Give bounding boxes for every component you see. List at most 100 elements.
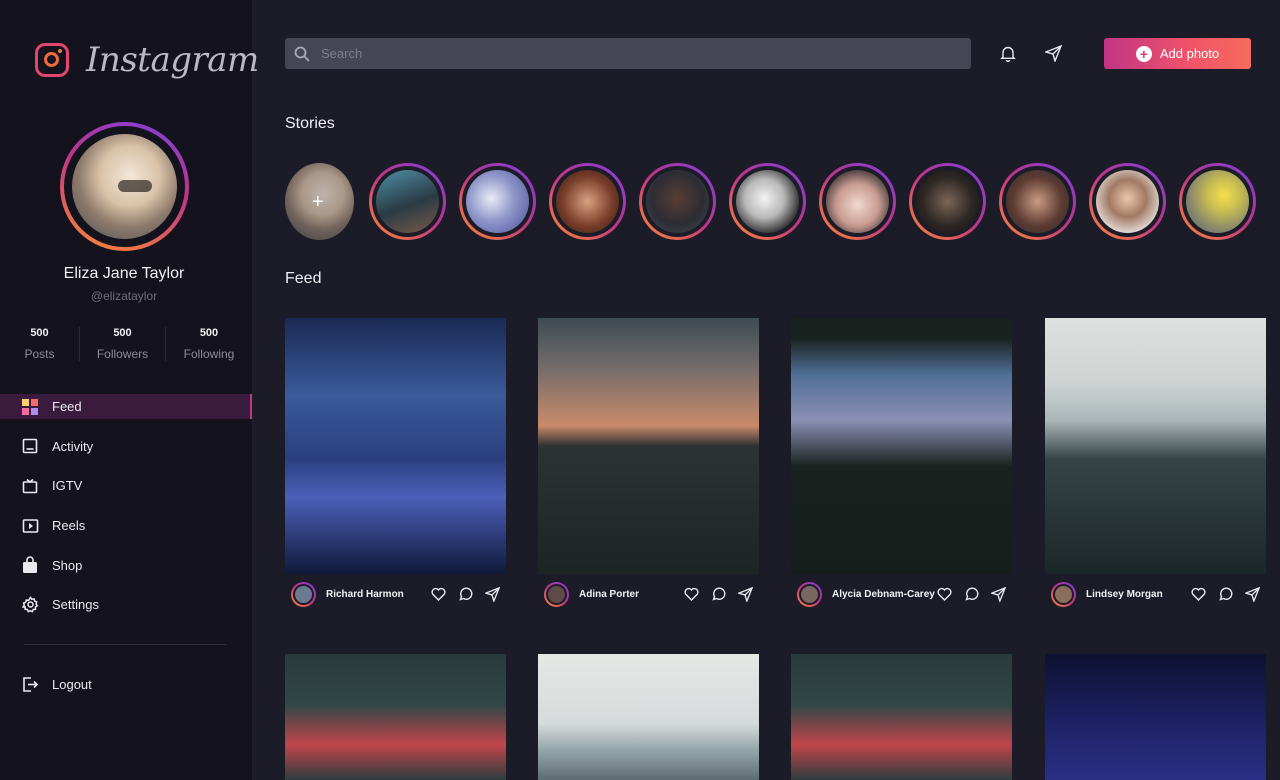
avatar (916, 170, 979, 233)
stat-value: 500 (113, 327, 132, 339)
sidebar-item-igtv[interactable]: IGTV (0, 473, 252, 498)
post-image[interactable] (791, 318, 1012, 574)
logout: Logout (0, 672, 252, 712)
avatar (646, 170, 709, 233)
author-avatar[interactable] (544, 581, 569, 607)
story-avatar[interactable] (819, 163, 896, 240)
comment-icon[interactable] (962, 585, 980, 603)
stories-row: + (285, 163, 1269, 240)
stat-label: Posts (24, 347, 55, 361)
post-image[interactable] (538, 318, 759, 574)
heart-icon[interactable] (682, 585, 700, 603)
activity-icon (21, 437, 39, 455)
author-avatar[interactable] (291, 581, 316, 607)
comment-icon[interactable] (709, 585, 727, 603)
stat-following[interactable]: 500 Following (166, 327, 252, 361)
stat-followers[interactable]: 500 Followers (80, 327, 166, 361)
search-bar (285, 38, 971, 69)
share-icon[interactable] (989, 585, 1007, 603)
sidebar-item-label: IGTV (52, 478, 83, 494)
logout-label: Logout (52, 677, 92, 692)
feed-card: Alycia Debnam-Carey (791, 318, 1012, 614)
avatar (376, 170, 439, 233)
avatar (826, 170, 889, 233)
own-story[interactable]: + (285, 163, 354, 240)
card-actions (682, 585, 754, 603)
author-avatar[interactable] (797, 581, 822, 607)
sidebar-item-shop[interactable]: Shop (0, 553, 252, 578)
send-icon[interactable] (1044, 44, 1062, 62)
post-image[interactable] (285, 654, 506, 780)
feed-card (285, 654, 506, 780)
card-footer: Lindsey Morgan (1045, 574, 1266, 614)
sidebar-divider (24, 644, 227, 645)
share-icon[interactable] (736, 585, 754, 603)
post-image[interactable] (1045, 318, 1266, 574)
comment-icon[interactable] (456, 585, 474, 603)
sidebar-item-feed[interactable]: Feed (0, 394, 252, 419)
notifications-icon[interactable] (999, 44, 1017, 62)
story-avatar[interactable] (999, 163, 1076, 240)
card-actions (935, 585, 1007, 603)
post-image[interactable] (791, 654, 1012, 780)
avatar (72, 134, 177, 239)
sidebar: Instagram Eliza Jane Taylor @elizataylor… (0, 0, 259, 780)
heart-icon[interactable] (935, 585, 953, 603)
brand-name: Instagram (86, 40, 259, 80)
author-name[interactable]: Adina Porter (579, 589, 682, 600)
avatar (736, 170, 799, 233)
heart-icon[interactable] (1189, 585, 1207, 603)
story-avatar[interactable] (729, 163, 806, 240)
avatar (1186, 170, 1249, 233)
instagram-logo-icon (35, 43, 69, 77)
feed-card: Lindsey Morgan (1045, 318, 1266, 614)
author-name[interactable]: Alycia Debnam-Carey (832, 589, 935, 600)
add-photo-button[interactable]: + Add photo (1104, 38, 1251, 69)
comment-icon[interactable] (1216, 585, 1234, 603)
card-footer: Alycia Debnam-Carey (791, 574, 1012, 614)
story-avatar[interactable] (369, 163, 446, 240)
card-footer: Richard Harmon (285, 574, 506, 614)
avatar (1006, 170, 1069, 233)
post-image[interactable] (285, 318, 506, 574)
stat-label: Following (183, 347, 235, 361)
story-avatar[interactable] (1179, 163, 1256, 240)
profile-name: Eliza Jane Taylor (63, 265, 185, 282)
search-icon (294, 46, 310, 62)
sidebar-item-label: Reels (52, 518, 86, 534)
profile-avatar[interactable] (60, 122, 189, 251)
author-avatar[interactable] (1051, 581, 1076, 607)
tv-icon (21, 477, 39, 495)
sidebar-item-settings[interactable]: Settings (0, 592, 252, 617)
post-image[interactable] (538, 654, 759, 780)
profile-handle: @elizataylor (90, 289, 158, 303)
story-avatar[interactable] (909, 163, 986, 240)
feed-card: Richard Harmon (285, 318, 506, 614)
share-icon[interactable] (483, 585, 501, 603)
author-name[interactable]: Lindsey Morgan (1086, 589, 1189, 600)
avatar (1096, 170, 1159, 233)
story-avatar[interactable] (1089, 163, 1166, 240)
story-avatar[interactable] (549, 163, 626, 240)
brand[interactable]: Instagram (35, 40, 259, 80)
story-avatar[interactable] (639, 163, 716, 240)
logout-button[interactable]: Logout (0, 672, 252, 697)
card-footer: Adina Porter (538, 574, 759, 614)
share-icon[interactable] (1243, 585, 1261, 603)
stat-value: 500 (30, 327, 49, 339)
gear-icon (21, 596, 39, 614)
sidebar-item-label: Activity (52, 438, 94, 454)
stories-heading: Stories (285, 115, 335, 132)
search-input[interactable] (321, 46, 921, 61)
sidebar-item-activity[interactable]: Activity (0, 434, 252, 459)
author-name[interactable]: Richard Harmon (326, 589, 429, 600)
sidebar-nav: Feed Activity IGTV Reels Shop Settings (0, 394, 252, 632)
profile-stats: 500 Posts 500 Followers 500 Following (0, 327, 253, 361)
story-avatar[interactable] (459, 163, 536, 240)
grid-icon (21, 398, 39, 416)
post-image[interactable] (1045, 654, 1266, 780)
feed-card (1045, 654, 1266, 780)
sidebar-item-reels[interactable]: Reels (0, 513, 252, 538)
heart-icon[interactable] (429, 585, 447, 603)
stat-posts[interactable]: 500 Posts (0, 327, 80, 361)
